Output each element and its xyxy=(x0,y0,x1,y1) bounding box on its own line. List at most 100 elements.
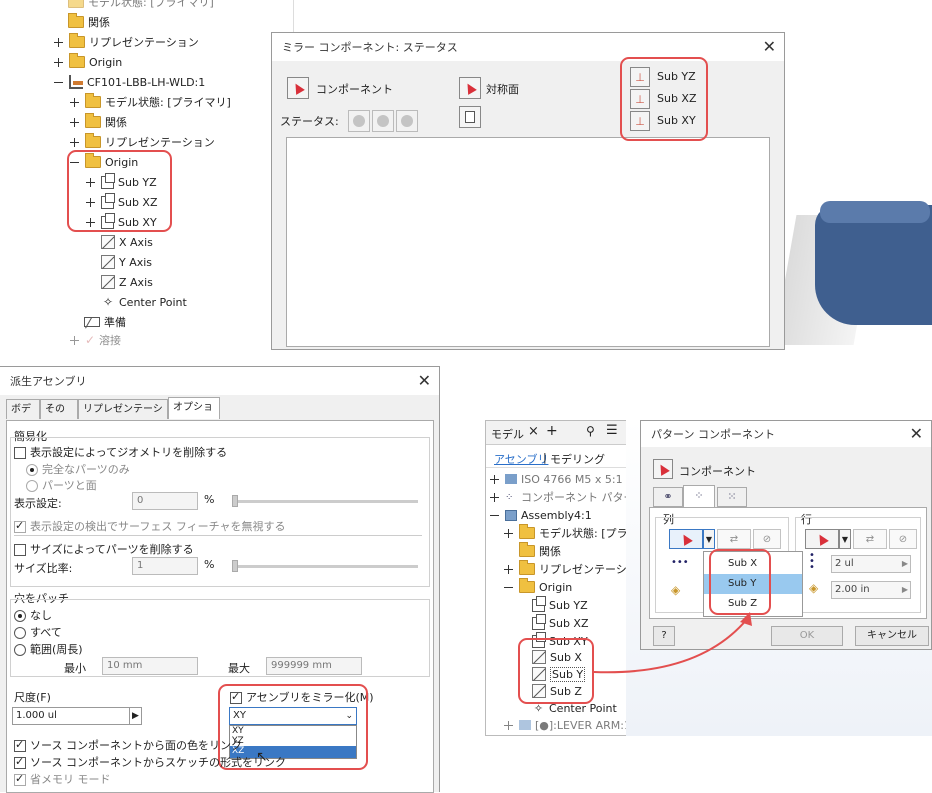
ignore-surface-checkbox[interactable]: 表示設定の検出でサーフェス フィーチャを無視する xyxy=(14,518,286,534)
patch-all-radio[interactable]: すべて xyxy=(14,624,62,640)
tree-row-center-point[interactable]: ✧ Center Point xyxy=(101,292,187,312)
subtab-modeling[interactable]: モデリング xyxy=(550,451,605,467)
expand-icon[interactable] xyxy=(504,528,513,538)
tree-row-relations[interactable]: 関係 xyxy=(70,112,127,132)
expand-icon[interactable] xyxy=(70,335,79,345)
status-exclude-button[interactable] xyxy=(396,110,418,132)
tree-row-model-state-top[interactable]: モデル状態: [プライマリ] xyxy=(68,0,214,12)
size-ratio-slider[interactable] xyxy=(232,560,418,572)
tree-row-representation-top[interactable]: リプレゼンテーション xyxy=(54,32,199,52)
tree-row-y-axis[interactable]: Y Axis xyxy=(101,252,152,272)
close-icon[interactable]: ✕ xyxy=(763,37,776,56)
select-arrow-icon xyxy=(815,532,829,546)
chevron-right-icon[interactable]: ▶ xyxy=(129,708,141,724)
close-icon[interactable]: × xyxy=(528,424,539,439)
row-direction-dropdown[interactable]: ▼ xyxy=(839,529,851,549)
select-component-button[interactable] xyxy=(653,459,673,479)
tab-other[interactable]: その他 xyxy=(40,399,78,434)
remove-geom-checkbox[interactable]: 表示設定によってジオメトリを削除する xyxy=(14,444,227,460)
tree-row-weld[interactable]: ✓ 溶接 xyxy=(70,330,121,350)
column-midplane-button[interactable]: ⊘ xyxy=(753,529,781,549)
scale-label: 尺度(F) xyxy=(14,691,51,704)
tree-row-origin-right[interactable]: Origin xyxy=(504,578,572,596)
expand-icon[interactable] xyxy=(70,97,79,107)
status-reuse-button[interactable] xyxy=(372,110,394,132)
search-icon[interactable]: ⚲ xyxy=(586,424,595,438)
row-count-field[interactable]: 2 ul ▶ xyxy=(831,555,911,573)
row-direction-button[interactable] xyxy=(805,529,839,549)
display-setting-slider[interactable] xyxy=(232,495,418,507)
size-ratio-field[interactable]: 1 xyxy=(132,557,198,575)
tab-representation[interactable]: リプレゼンテーション xyxy=(78,399,168,434)
tree-row-relations-right[interactable]: 関係 xyxy=(519,542,561,560)
full-parts-radio[interactable]: 完全なパーツのみ xyxy=(26,461,130,477)
close-icon[interactable]: ✕ xyxy=(418,371,431,390)
expand-icon[interactable] xyxy=(504,720,513,730)
tab-body[interactable]: ボディ xyxy=(6,399,40,434)
parts-faces-radio[interactable]: パーツと面 xyxy=(26,477,97,493)
tree-row-origin-top[interactable]: Origin xyxy=(54,52,122,72)
scale-field[interactable]: 1.000 ul ▶ xyxy=(12,707,142,725)
memory-mode-checkbox[interactable]: 省メモリ モード xyxy=(14,771,111,787)
tree-row-assembly4[interactable]: Assembly4:1 xyxy=(490,506,592,524)
expand-icon[interactable] xyxy=(490,474,499,484)
collapse-icon[interactable] xyxy=(504,583,513,592)
select-arrow-icon xyxy=(679,532,693,546)
collapse-icon[interactable] xyxy=(54,78,63,87)
tree-row-lever-arm[interactable]: [●]:LEVER ARM:1 xyxy=(504,716,631,734)
model-tab-label[interactable]: モデル xyxy=(491,426,524,442)
tree-row-iso-screw[interactable]: ISO 4766 M5 x 5:1 xyxy=(490,470,623,488)
add-tab-icon[interactable]: + xyxy=(546,423,558,439)
components-list[interactable] xyxy=(286,137,770,347)
column-flip-button[interactable]: ⇄ xyxy=(717,529,751,549)
radio-icon xyxy=(14,644,26,656)
select-symmetry-plane-button[interactable] xyxy=(459,77,481,99)
chevron-right-icon[interactable]: ▶ xyxy=(902,556,908,572)
column-direction-button[interactable] xyxy=(669,529,703,549)
collapse-icon[interactable] xyxy=(490,511,499,520)
max-field[interactable]: 999999 mm xyxy=(266,657,362,675)
menu-icon[interactable]: ☰ xyxy=(606,423,618,438)
tab-options[interactable]: オプション xyxy=(168,397,220,432)
link-face-color-checkbox[interactable]: ソース コンポーネントから面の色をリンク xyxy=(14,737,242,753)
plane-icon xyxy=(532,613,546,630)
column-direction-dropdown[interactable]: ▼ xyxy=(703,529,715,549)
tree-row-x-axis[interactable]: X Axis xyxy=(101,232,153,252)
patch-none-radio[interactable]: なし xyxy=(14,607,52,623)
subtab-assembly[interactable]: アセンブリ xyxy=(494,451,548,467)
ok-button[interactable]: OK xyxy=(771,626,843,646)
select-components-button[interactable] xyxy=(287,77,309,99)
min-field[interactable]: 10 mm xyxy=(102,657,198,675)
expand-icon[interactable] xyxy=(490,492,499,502)
row-midplane-button[interactable]: ⊘ xyxy=(889,529,917,549)
status-mirror-button[interactable] xyxy=(348,110,370,132)
pattern-tab-circular[interactable]: ⁙ xyxy=(717,487,747,507)
pattern-dialog-titlebar: パターン コンポーネント xyxy=(641,421,931,447)
row-flip-button[interactable]: ⇄ xyxy=(853,529,887,549)
row-spacing-field[interactable]: 2.00 in ▶ xyxy=(831,581,911,599)
tree-row-model-state[interactable]: モデル状態: [プライマリ] xyxy=(70,92,231,112)
divider xyxy=(486,467,628,468)
tree-row-z-axis[interactable]: Z Axis xyxy=(101,272,153,292)
close-icon[interactable]: ✕ xyxy=(910,424,923,443)
tree-row-representation[interactable]: リプレゼンテーション xyxy=(70,132,215,152)
tree-row-part[interactable]: CF101-LBB-LH-WLD:1 xyxy=(54,72,205,92)
link-sketch-style-checkbox[interactable]: ソース コンポーネントからスケッチの形式をリンク xyxy=(14,754,286,770)
tree-row-prep[interactable]: 準備 xyxy=(84,312,126,332)
chevron-right-icon[interactable]: ▶ xyxy=(902,582,908,598)
display-setting-field[interactable]: 0 xyxy=(132,492,198,510)
cancel-button[interactable]: キャンセル xyxy=(855,626,929,646)
remove-by-size-checkbox[interactable]: サイズによってパーツを削除する xyxy=(14,541,194,557)
pattern-tab-rectangular[interactable]: ⁘ xyxy=(683,485,715,507)
tree-row-relations-top[interactable]: 関係 xyxy=(68,12,110,32)
expand-icon[interactable] xyxy=(54,57,63,67)
expand-icon[interactable] xyxy=(70,137,79,147)
tree-row-sub-xz-right[interactable]: Sub XZ xyxy=(532,613,589,632)
expand-icon[interactable] xyxy=(70,117,79,127)
tree-row-sub-yz-right[interactable]: Sub YZ xyxy=(532,595,588,614)
patch-range-radio[interactable]: 範囲(周長) xyxy=(14,641,83,657)
copy-button[interactable] xyxy=(459,106,481,128)
expand-icon[interactable] xyxy=(504,564,513,574)
expand-icon[interactable] xyxy=(54,37,63,47)
pattern-tab-associative[interactable]: ⚭ xyxy=(653,487,683,507)
